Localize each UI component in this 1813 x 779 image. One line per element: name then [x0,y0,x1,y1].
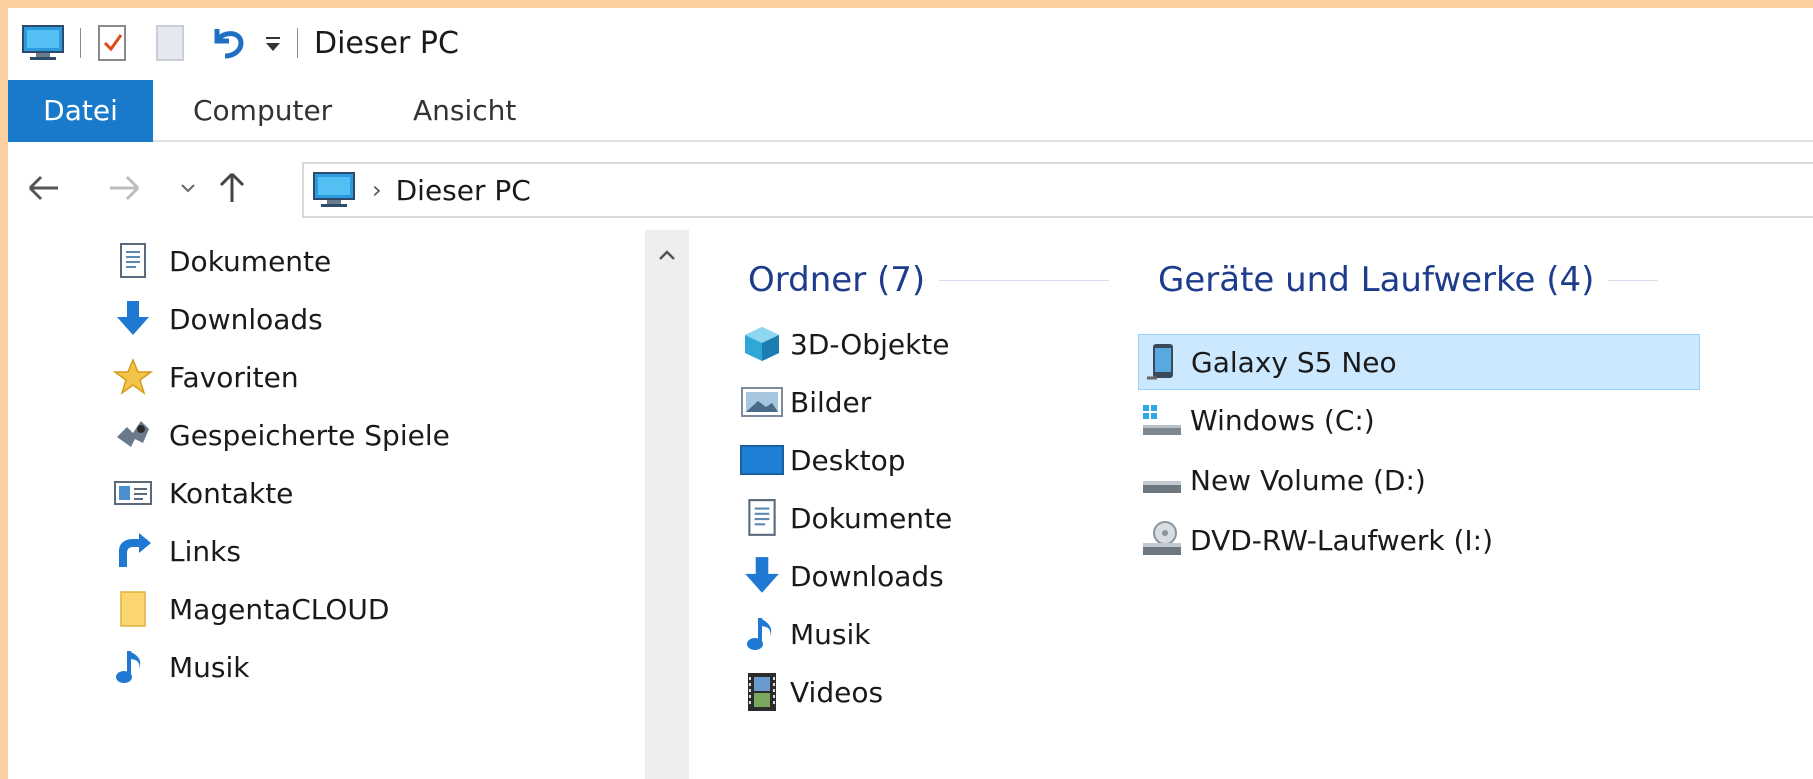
device-galaxy-s5-neo[interactable]: Galaxy S5 Neo [1138,334,1700,390]
new-folder-icon[interactable] [153,23,189,63]
breadcrumb-dieser-pc[interactable]: Dieser PC [396,174,531,207]
undo-icon[interactable] [207,23,247,63]
item-label: Bilder [790,385,872,419]
group-divider [1608,279,1659,281]
item-label: Windows (C:) [1190,403,1375,437]
nav-item-magentacloud[interactable]: MagentaCLOUD [113,584,389,634]
nav-item-label: Musik [169,650,250,684]
toolbar-separator [80,28,81,58]
folder-videos[interactable]: Videos [738,666,883,718]
pictures-icon [738,378,786,426]
folder-musik[interactable]: Musik [738,608,871,660]
scroll-up-button[interactable] [645,240,689,270]
nav-item-label: Gespeicherte Spiele [169,418,450,452]
group-header-geraete[interactable]: Geräte und Laufwerke (4) [1158,260,1659,300]
group-header-ordner[interactable]: Ordner (7) [748,260,1110,300]
music-icon [113,647,153,687]
nav-item-label: MagentaCLOUD [169,592,390,626]
properties-icon[interactable] [95,23,131,63]
folder-desktop[interactable]: Desktop [738,434,905,486]
video-icon [738,668,786,716]
ribbon-tabs: Datei Computer Ansicht [8,80,1813,142]
folder-icon [113,589,153,629]
nav-item-label: Downloads [169,302,323,336]
chevron-up-icon [659,250,675,260]
document-icon [738,494,786,542]
quick-access-toolbar: Dieser PC [8,8,1813,78]
window-title: Dieser PC [314,25,459,61]
star-icon [113,357,153,397]
device-windows-c[interactable]: Windows (C:) [1138,394,1375,446]
drive-icon [1138,456,1186,504]
phone-icon [1139,338,1187,386]
3d-objects-icon [738,320,786,368]
group-divider [939,279,1110,281]
download-icon [738,552,786,600]
chevron-down-icon [181,184,195,193]
device-new-volume-d[interactable]: New Volume (D:) [1138,454,1426,506]
nav-item-label: Favoriten [169,360,299,394]
item-label: 3D-Objekte [790,327,950,361]
folder-3d-objekte[interactable]: 3D-Objekte [738,318,950,370]
tab-computer[interactable]: Computer [193,80,332,142]
folder-downloads[interactable]: Downloads [738,550,944,602]
nav-item-links[interactable]: Links [113,526,241,576]
tab-ansicht[interactable]: Ansicht [413,80,516,142]
desktop-icon [738,436,786,484]
nav-item-label: Kontakte [169,476,294,510]
breadcrumb-chevron-icon[interactable]: › [372,176,382,204]
contact-icon [113,473,153,513]
group-title: Ordner (7) [748,260,926,300]
nav-item-label: Links [169,534,241,568]
windows-drive-icon [1138,396,1186,444]
tab-datei[interactable]: Datei [8,80,153,142]
game-icon [113,415,153,455]
computer-icon[interactable] [20,23,66,63]
forward-arrow-icon [110,175,140,201]
music-icon [738,610,786,658]
navigation-bar: › Dieser PC [8,158,1813,220]
nav-pane-scrollbar[interactable] [645,230,689,779]
item-label: Downloads [790,559,944,593]
item-label: DVD-RW-Laufwerk (I:) [1190,523,1494,557]
forward-button[interactable] [100,164,148,212]
item-label: Videos [790,675,884,709]
nav-item-gespeicherte-spiele[interactable]: Gespeicherte Spiele [113,410,450,460]
address-bar[interactable]: › Dieser PC [302,162,1813,218]
toolbar-separator [297,28,298,58]
back-arrow-icon [28,175,58,201]
folder-bilder[interactable]: Bilder [738,376,871,428]
item-label: Musik [790,617,871,651]
item-label: Dokumente [790,501,953,535]
group-title: Geräte und Laufwerke (4) [1158,260,1595,300]
nav-item-musik[interactable]: Musik [113,642,250,692]
computer-icon [310,170,358,210]
nav-item-dokumente[interactable]: Dokumente [113,236,331,286]
nav-item-kontakte[interactable]: Kontakte [113,468,293,518]
navigation-pane [8,232,648,779]
explorer-window: Dieser PC Datei Computer Ansicht › Diese… [8,8,1813,779]
customize-toolbar-icon[interactable] [263,28,283,58]
item-label: New Volume (D:) [1190,463,1426,497]
back-button[interactable] [20,164,68,212]
nav-item-favoriten[interactable]: Favoriten [113,352,299,402]
up-button[interactable] [208,164,256,212]
recent-locations-button[interactable] [164,164,212,212]
dvd-drive-icon [1138,516,1186,564]
link-arrow-icon [113,531,153,571]
nav-item-downloads[interactable]: Downloads [113,294,323,344]
up-arrow-icon [219,172,245,202]
item-label: Galaxy S5 Neo [1191,345,1397,379]
item-label: Desktop [790,443,906,477]
folder-dokumente[interactable]: Dokumente [738,492,952,544]
download-icon [113,299,153,339]
nav-item-label: Dokumente [169,244,332,278]
device-dvd-rw-laufwerk[interactable]: DVD-RW-Laufwerk (I:) [1138,514,1493,566]
document-icon [113,241,153,281]
